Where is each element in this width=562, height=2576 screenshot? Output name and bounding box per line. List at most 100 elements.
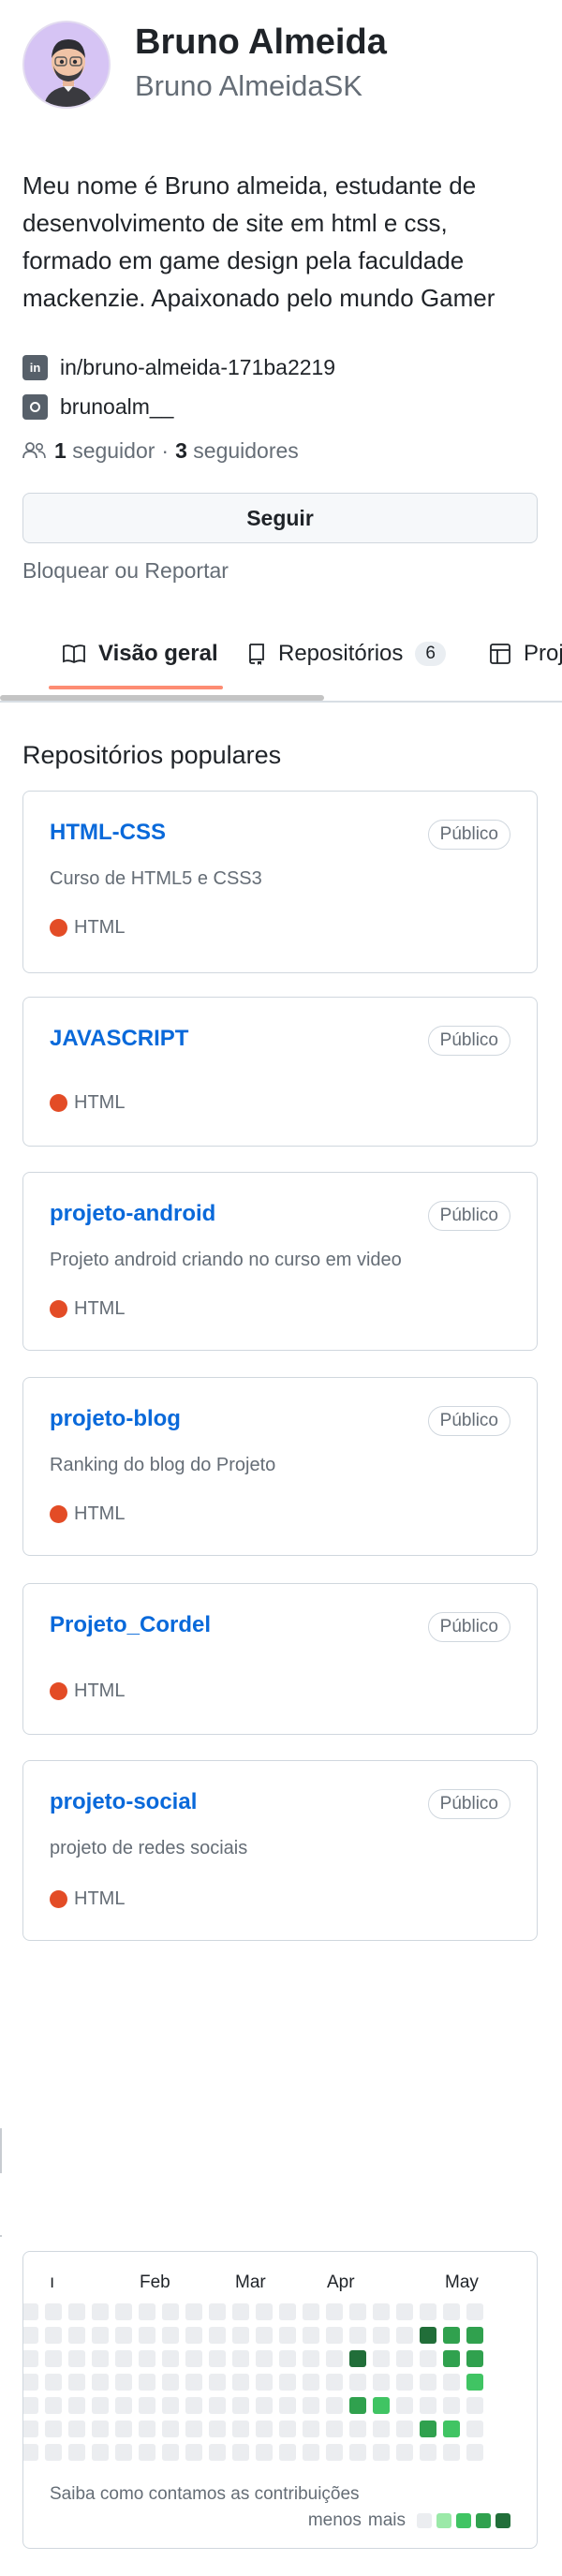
contribution-cell[interactable] bbox=[162, 2421, 179, 2437]
contribution-cell[interactable] bbox=[115, 2350, 132, 2367]
contribution-cell[interactable] bbox=[209, 2350, 226, 2367]
contribution-cell[interactable] bbox=[396, 2421, 413, 2437]
contribution-cell[interactable] bbox=[349, 2444, 366, 2461]
contribution-cell[interactable] bbox=[232, 2303, 249, 2320]
contribution-cell[interactable] bbox=[68, 2444, 85, 2461]
contribution-cell[interactable] bbox=[23, 2350, 38, 2367]
contribution-cell[interactable] bbox=[396, 2374, 413, 2391]
contribution-cell[interactable] bbox=[45, 2327, 62, 2344]
contribution-cell[interactable] bbox=[420, 2421, 436, 2437]
contribution-cell[interactable] bbox=[349, 2303, 366, 2320]
contribution-cell[interactable] bbox=[232, 2421, 249, 2437]
contribution-cell[interactable] bbox=[232, 2327, 249, 2344]
contribution-cell[interactable] bbox=[279, 2374, 296, 2391]
contribution-cell[interactable] bbox=[420, 2303, 436, 2320]
contribution-cell[interactable] bbox=[139, 2421, 155, 2437]
contribution-cell[interactable] bbox=[396, 2444, 413, 2461]
contribution-cell[interactable] bbox=[373, 2350, 390, 2367]
contribution-cell[interactable] bbox=[209, 2421, 226, 2437]
contribution-cell[interactable] bbox=[115, 2374, 132, 2391]
contribution-cell[interactable] bbox=[115, 2421, 132, 2437]
contribution-cell[interactable] bbox=[68, 2327, 85, 2344]
contribution-cell[interactable] bbox=[420, 2444, 436, 2461]
contribution-cell[interactable] bbox=[396, 2303, 413, 2320]
tab-overview[interactable]: Visão geral bbox=[62, 618, 218, 689]
contribution-cell[interactable] bbox=[45, 2350, 62, 2367]
contribution-cell[interactable] bbox=[92, 2303, 109, 2320]
contribution-cell[interactable] bbox=[256, 2303, 273, 2320]
contribution-cell[interactable] bbox=[185, 2397, 202, 2414]
contribution-cell[interactable] bbox=[68, 2421, 85, 2437]
contribution-cell[interactable] bbox=[326, 2421, 343, 2437]
contribution-cell[interactable] bbox=[115, 2444, 132, 2461]
contribution-cell[interactable] bbox=[466, 2374, 483, 2391]
contribution-cell[interactable] bbox=[256, 2350, 273, 2367]
contribution-cell[interactable] bbox=[92, 2444, 109, 2461]
contribution-cell[interactable] bbox=[349, 2421, 366, 2437]
contribution-cell[interactable] bbox=[68, 2374, 85, 2391]
contribution-cell[interactable] bbox=[139, 2444, 155, 2461]
linkedin-link[interactable]: in in/bruno-almeida-171ba2219 bbox=[22, 351, 335, 383]
contribution-cell[interactable] bbox=[396, 2327, 413, 2344]
contribution-cell[interactable] bbox=[23, 2327, 38, 2344]
contribution-cell[interactable] bbox=[303, 2444, 319, 2461]
contribution-cell[interactable] bbox=[139, 2374, 155, 2391]
repo-name-link[interactable]: JAVASCRIPT bbox=[50, 1026, 188, 1052]
contribution-cell[interactable] bbox=[443, 2374, 460, 2391]
contribution-cell[interactable] bbox=[139, 2350, 155, 2367]
contribution-cell[interactable] bbox=[256, 2397, 273, 2414]
contribution-cell[interactable] bbox=[92, 2327, 109, 2344]
contribution-cell[interactable] bbox=[115, 2397, 132, 2414]
contribution-cell[interactable] bbox=[256, 2421, 273, 2437]
contribution-cell[interactable] bbox=[466, 2350, 483, 2367]
contribution-cell[interactable] bbox=[139, 2303, 155, 2320]
contribution-cell[interactable] bbox=[466, 2421, 483, 2437]
contribution-cell[interactable] bbox=[185, 2444, 202, 2461]
contribution-cell[interactable] bbox=[256, 2374, 273, 2391]
contribution-cell[interactable] bbox=[68, 2397, 85, 2414]
contribution-cell[interactable] bbox=[185, 2327, 202, 2344]
contribution-cell[interactable] bbox=[45, 2374, 62, 2391]
contribution-cell[interactable] bbox=[162, 2444, 179, 2461]
contribution-cell[interactable] bbox=[443, 2397, 460, 2414]
contribution-cell[interactable] bbox=[396, 2397, 413, 2414]
contribution-cell[interactable] bbox=[326, 2303, 343, 2320]
contribution-cell[interactable] bbox=[162, 2397, 179, 2414]
repo-name-link[interactable]: Projeto_Cordel bbox=[50, 1612, 211, 1638]
contribution-cell[interactable] bbox=[45, 2397, 62, 2414]
following-link[interactable]: 3 seguidores bbox=[175, 438, 299, 464]
contribution-cell[interactable] bbox=[373, 2397, 390, 2414]
contribution-cell[interactable] bbox=[303, 2397, 319, 2414]
contribution-cell[interactable] bbox=[92, 2421, 109, 2437]
contribution-cell[interactable] bbox=[349, 2374, 366, 2391]
contribution-cell[interactable] bbox=[45, 2421, 62, 2437]
contribution-cell[interactable] bbox=[185, 2374, 202, 2391]
contribution-cell[interactable] bbox=[115, 2327, 132, 2344]
contribution-cell[interactable] bbox=[279, 2350, 296, 2367]
contribution-cell[interactable] bbox=[23, 2444, 38, 2461]
contribution-cell[interactable] bbox=[373, 2327, 390, 2344]
contribution-cell[interactable] bbox=[420, 2327, 436, 2344]
contribution-cell[interactable] bbox=[209, 2327, 226, 2344]
tab-repositories[interactable]: Repositórios 6 bbox=[247, 618, 446, 689]
contribution-cell[interactable] bbox=[326, 2397, 343, 2414]
contribution-cell[interactable] bbox=[139, 2397, 155, 2414]
contribution-cell[interactable] bbox=[92, 2350, 109, 2367]
contribution-cell[interactable] bbox=[349, 2350, 366, 2367]
contribution-cell[interactable] bbox=[349, 2397, 366, 2414]
contribution-cell[interactable] bbox=[209, 2374, 226, 2391]
contribution-cell[interactable] bbox=[373, 2303, 390, 2320]
repo-name-link[interactable]: HTML-CSS bbox=[50, 820, 166, 846]
contribution-cell[interactable] bbox=[349, 2327, 366, 2344]
contribution-cell[interactable] bbox=[185, 2421, 202, 2437]
contribution-cell[interactable] bbox=[232, 2350, 249, 2367]
contribution-cell[interactable] bbox=[23, 2421, 38, 2437]
contribution-cell[interactable] bbox=[326, 2444, 343, 2461]
contribution-cell[interactable] bbox=[326, 2350, 343, 2367]
contribution-cell[interactable] bbox=[420, 2374, 436, 2391]
contribution-cell[interactable] bbox=[443, 2350, 460, 2367]
contribution-cell[interactable] bbox=[466, 2444, 483, 2461]
contribution-cell[interactable] bbox=[256, 2327, 273, 2344]
contribution-cell[interactable] bbox=[303, 2327, 319, 2344]
contribution-cell[interactable] bbox=[443, 2444, 460, 2461]
